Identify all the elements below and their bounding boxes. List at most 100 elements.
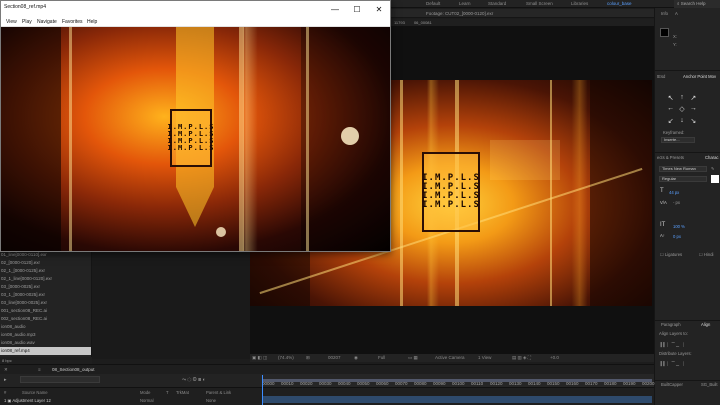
- player-video-frame[interactable]: I.M.P.L.S I.M.P.L.S I.M.P.L.S I.M.P.L.S: [1, 27, 390, 251]
- player-title-bar[interactable]: Section08_ref.mp4 — ☐ ✕: [1, 1, 390, 18]
- footage-tab[interactable]: Footage: CUT02_[0000-0120].exr: [390, 9, 654, 18]
- workspace-standard[interactable]: Standard: [488, 1, 506, 6]
- playhead[interactable]: [262, 375, 263, 405]
- menu-help[interactable]: Help: [87, 19, 97, 25]
- tracking-icon: V/A: [660, 200, 667, 205]
- fill-color-swatch[interactable]: [711, 175, 719, 183]
- list-item[interactable]: ion08_audio.wav: [0, 339, 91, 347]
- audio-tab[interactable]: A: [675, 11, 678, 16]
- arrow-left-icon[interactable]: ←: [665, 105, 676, 116]
- camera-dropdown[interactable]: Active Camera: [435, 355, 465, 360]
- workspace-libraries[interactable]: Libraries: [571, 1, 588, 6]
- close-icon[interactable]: ✕: [4, 367, 8, 373]
- eyedropper-icon[interactable]: ✎: [711, 166, 715, 171]
- media-player-window: Section08_ref.mp4 — ☐ ✕ View Play Naviga…: [0, 0, 391, 252]
- zoom-dropdown[interactable]: (74.4%): [278, 355, 294, 360]
- arrow-up-left-icon[interactable]: ↖: [665, 94, 676, 105]
- menu-favorites[interactable]: Favorites: [62, 19, 83, 25]
- character-tab[interactable]: Charac: [705, 155, 719, 160]
- minimize-button[interactable]: —: [324, 1, 346, 18]
- footage-sub-left: 11793: [394, 20, 405, 25]
- baseline-value[interactable]: 0 px: [673, 234, 681, 239]
- center-icon[interactable]: ◇: [676, 105, 687, 116]
- bottom-tab-sg-built[interactable]: SG_Built: [701, 382, 718, 387]
- tracking-value[interactable]: - px: [673, 200, 680, 205]
- always-preview-icon[interactable]: ▣ ◧ ◫: [252, 355, 267, 361]
- arrow-up-icon[interactable]: ↑: [676, 94, 687, 105]
- layer-row[interactable]: 1 ▣ Adjustment Layer 12: [4, 398, 51, 403]
- arrow-down-icon[interactable]: ↓: [676, 117, 687, 128]
- arrow-up-right-icon[interactable]: ↗: [688, 94, 699, 105]
- workspace-small-screen[interactable]: Small Screen: [526, 1, 553, 6]
- anchor-point-tab[interactable]: Anchor Point Mov: [683, 74, 716, 79]
- current-time[interactable]: 00207: [328, 355, 341, 360]
- anchor-point-grid[interactable]: ↖ ↑ ↗ ← ◇ → ↙ ↓ ↘: [665, 94, 699, 128]
- layer-mode[interactable]: Normal: [140, 398, 154, 403]
- timeline-comp-tab[interactable]: 08_Section08_output: [52, 367, 95, 372]
- arrow-right-icon[interactable]: →: [688, 105, 699, 116]
- keyframed-label: Keyframed:: [663, 130, 685, 135]
- vertical-scale-value[interactable]: 100 %: [673, 224, 685, 229]
- ligatures-checkbox[interactable]: ☐ Ligatures: [660, 252, 682, 257]
- bottom-tab-builtcapper[interactable]: BuiltCapper: [661, 382, 683, 387]
- impls-line: I.M.P.L.S: [422, 200, 480, 211]
- maximize-button[interactable]: ☐: [346, 1, 368, 18]
- layer-columns-header: # Source Name Mode T TrkMat Parent & Lin…: [0, 387, 654, 405]
- footage-tab-label: Footage: CUT02_[0000-0120].exr: [426, 11, 494, 16]
- close-button[interactable]: ✕: [368, 1, 390, 18]
- menu-navigate[interactable]: Navigate: [37, 19, 57, 25]
- col-mode: Mode: [140, 390, 151, 395]
- timeline-search-area: ▸ ⤳ ⬡ ◍ ⊞ ◐: [0, 374, 260, 387]
- arrow-down-left-icon[interactable]: ↙: [665, 117, 676, 128]
- grid-icon[interactable]: ⊞: [306, 355, 310, 361]
- arrow-down-right-icon[interactable]: ↘: [688, 117, 699, 128]
- viewer-option-icons[interactable]: ▤ ▥ ◈ ⛶: [512, 355, 531, 361]
- font-size-value[interactable]: 44 px: [669, 190, 679, 195]
- workspace-active[interactable]: colour_base: [607, 1, 632, 6]
- list-item[interactable]: 02_[0000-0120].exr: [0, 259, 91, 267]
- region-of-interest-icon[interactable]: ▭ ▦: [408, 355, 418, 361]
- info-tab[interactable]: Info: [661, 11, 668, 16]
- list-item[interactable]: 03_[0000-0025].exr: [0, 283, 91, 291]
- layer-duration-bar[interactable]: [262, 396, 652, 403]
- effects-presets-tab[interactable]: ects & Presets: [657, 155, 684, 160]
- resolution-dropdown[interactable]: Full: [378, 355, 385, 360]
- timeline-switch-icons[interactable]: ⤳ ⬡ ◍ ⊞ ◐: [182, 377, 206, 383]
- keyframed-dropdown[interactable]: Inserte...: [661, 137, 695, 143]
- align-tab[interactable]: Align: [701, 322, 710, 327]
- list-item-selected[interactable]: ion08_ref.mp4: [0, 347, 91, 355]
- paragraph-tab[interactable]: Paragraph: [661, 322, 681, 327]
- work-area-bar[interactable]: [262, 379, 652, 382]
- view-layout-dropdown[interactable]: 1 View: [478, 355, 491, 360]
- align-icons[interactable]: ▐ ▌ ▏ ▔ ▁ ▕: [659, 342, 684, 347]
- snapshot-icon[interactable]: ◉: [354, 355, 358, 361]
- exposure-value[interactable]: +0.0: [550, 355, 559, 360]
- workspace-learn[interactable]: Learn: [459, 1, 471, 6]
- menu-play[interactable]: Play: [22, 19, 32, 25]
- effects-tab[interactable]: tEsd: [657, 74, 665, 79]
- timecode-icon[interactable]: ▸: [4, 377, 7, 383]
- bit-depth-label[interactable]: 8 bpc: [2, 358, 12, 363]
- menu-view[interactable]: View: [6, 19, 17, 25]
- list-item[interactable]: 002_section08_REC.ai: [0, 315, 91, 323]
- timeline-search-input[interactable]: [20, 376, 100, 383]
- distribute-icons[interactable]: ▐ ▌ ▏ ▔ ▁ ▕: [659, 361, 684, 366]
- list-item[interactable]: ion08_audio: [0, 323, 91, 331]
- list-item[interactable]: 01_line[0000-0110].exr: [0, 251, 91, 259]
- font-style-dropdown[interactable]: Regular: [659, 176, 707, 182]
- list-item[interactable]: 02_1_[0000-0125].exr: [0, 267, 91, 275]
- render-queue-icon[interactable]: ≡: [38, 367, 41, 372]
- list-item[interactable]: 02_1_line[0000-0120].exr: [0, 275, 91, 283]
- hindi-digits-checkbox[interactable]: ☐ Hindi: [699, 252, 713, 257]
- layer-parent[interactable]: None: [206, 398, 216, 403]
- list-item[interactable]: 03_line[0000-0025].exr: [0, 299, 91, 307]
- font-family-dropdown[interactable]: Times New Roman: [659, 166, 707, 172]
- col-source-name: Source Name: [22, 390, 48, 395]
- list-item[interactable]: 03_1_[0000-0025].exr: [0, 291, 91, 299]
- list-item[interactable]: ion08_audio.mp3: [0, 331, 91, 339]
- col-index: #: [4, 390, 7, 395]
- list-item[interactable]: 001_section08_REC.ai: [0, 307, 91, 315]
- search-help-input[interactable]: ⌕ Search Help: [674, 0, 720, 8]
- color-swatch: [660, 28, 669, 37]
- workspace-default[interactable]: Default: [426, 1, 440, 6]
